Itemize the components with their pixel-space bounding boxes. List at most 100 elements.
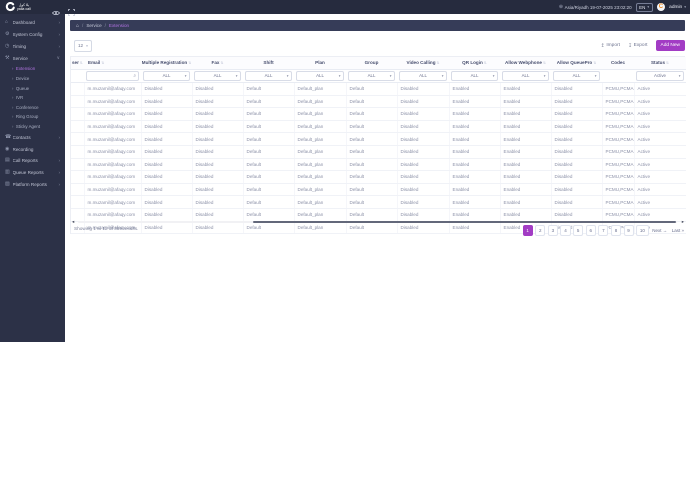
breadcrumb-extension[interactable]: Extension xyxy=(109,23,129,28)
chevron-right-icon: › xyxy=(12,114,14,120)
cell: Default xyxy=(243,145,295,159)
cell: PCMU,PCMA,G729 xyxy=(602,82,635,96)
breadcrumb-service[interactable]: Service xyxy=(86,23,101,28)
sidebar-item-platform-reports[interactable]: ▧ Platform Reports › xyxy=(0,179,65,191)
sidebar-item-service[interactable]: ⚒ Service ∨ xyxy=(0,52,65,64)
column-header-partial[interactable]: ser⇅ xyxy=(71,57,84,70)
export-button[interactable]: ↧ Export xyxy=(628,43,648,49)
chevron-right-icon: › xyxy=(58,43,60,49)
cell: Default xyxy=(346,195,398,209)
cell: Disabled xyxy=(141,120,193,134)
last-page-button[interactable]: Last » xyxy=(671,225,685,236)
cell: Active xyxy=(634,158,686,172)
cell: m.muzamil@afaqy.com xyxy=(84,195,142,209)
sidebar-item-timing[interactable]: ◷ Timing › xyxy=(0,41,65,53)
page-button-9[interactable]: 9 xyxy=(623,225,634,236)
filter-select-video-calling[interactable]: ALL ▾ xyxy=(399,70,447,81)
import-button[interactable]: ↥ Import xyxy=(601,43,620,49)
column-header-qr-login[interactable]: QR Login⇅ xyxy=(449,57,500,70)
home-icon[interactable]: ⌂ xyxy=(76,23,79,29)
column-header-email[interactable]: Email⇅ xyxy=(84,57,141,70)
chevron-down-icon: ▾ xyxy=(492,73,495,78)
page-button-8[interactable]: 8 xyxy=(610,225,621,236)
page-button-2[interactable]: 2 xyxy=(535,225,546,236)
cell: Enabled xyxy=(500,132,552,146)
email-search-input[interactable] xyxy=(87,78,138,88)
chevron-down-icon: ▾ xyxy=(235,73,238,78)
sidebar-item-recording[interactable]: ◉ Recording xyxy=(0,143,65,155)
cell: Disabled xyxy=(141,145,193,159)
cell: Default xyxy=(243,158,295,172)
column-header-allow-webphone[interactable]: Allow Webphone⇅ xyxy=(500,57,551,70)
column-header-fax[interactable]: Fax⇅ xyxy=(192,57,243,70)
user-avatar[interactable]: C xyxy=(656,2,666,12)
page-button-4[interactable]: 4 xyxy=(560,225,571,236)
filter-select-group[interactable]: ALL ▾ xyxy=(348,70,395,81)
add-new-button[interactable]: Add New xyxy=(655,40,685,51)
visibility-eye-icon[interactable] xyxy=(51,3,61,21)
next-page-button[interactable]: Next → xyxy=(651,225,668,236)
sidebar-subitem-device[interactable]: › Device xyxy=(0,74,65,84)
sidebar-subitem-label: Queue xyxy=(15,85,30,91)
sidebar-subitem-ring-group[interactable]: › Ring Group xyxy=(0,112,65,122)
filter-select-shift[interactable]: ALL ▾ xyxy=(245,70,292,81)
filter-value: ALL xyxy=(367,73,376,79)
page-button-10[interactable]: 10 xyxy=(636,225,649,236)
page-size-select[interactable]: 12 ▾ xyxy=(74,40,92,52)
sidebar-item-queue-reports[interactable]: ▥ Queue Reports › xyxy=(0,167,65,179)
user-menu[interactable]: admin ▾ xyxy=(669,5,686,10)
sidebar-item-call-reports[interactable]: ▤ Call Reports › xyxy=(0,155,65,167)
filter-select-status[interactable]: Active ▾ xyxy=(636,70,684,81)
page-button-1[interactable]: 1 xyxy=(522,225,533,236)
logo-text-latin: yalla call xyxy=(17,7,31,11)
datetime-display: ⊕ Asia/Riyadh 19-07-2025 23:02:20 xyxy=(559,4,632,10)
cell: Enabled xyxy=(500,95,552,109)
page-button-6[interactable]: 6 xyxy=(585,225,596,236)
sidebar-subitem-extension[interactable]: › Extension xyxy=(0,64,65,74)
chevron-right-icon: › xyxy=(58,32,60,38)
cell: Default_plan xyxy=(294,132,347,146)
cell: Disabled xyxy=(551,145,603,159)
filter-select-plan[interactable]: ALL ▾ xyxy=(296,70,344,81)
cell: Enabled xyxy=(449,132,501,146)
filter-select-fax[interactable]: ALL ▾ xyxy=(194,70,241,81)
chevron-right-icon: › xyxy=(12,95,14,101)
fullscreen-icon[interactable] xyxy=(68,3,75,21)
sidebar-item-label: Queue Reports xyxy=(12,170,44,176)
column-header-allow-queuepro[interactable]: Allow QueuePro⇅ xyxy=(551,57,602,70)
cell: Enabled xyxy=(500,82,552,96)
scroll-right-icon[interactable]: ▸ xyxy=(682,219,684,225)
sidebar-subitem-queue[interactable]: › Queue xyxy=(0,83,65,93)
cell: Disabled xyxy=(551,132,603,146)
sidebar-subitem-ivr[interactable]: › IVR xyxy=(0,93,65,103)
sort-icon: ⇅ xyxy=(666,61,670,66)
chevron-down-icon: ▾ xyxy=(389,73,392,78)
table-row: m.muzamil@afaqy.com Disabled Disabled Defau… xyxy=(71,95,686,109)
page-button-7[interactable]: 7 xyxy=(598,225,609,236)
column-header-status[interactable]: Status⇅ xyxy=(634,57,686,70)
filter-select-multiple-registration[interactable]: ALL ▾ xyxy=(143,70,190,81)
sidebar-item-contacts[interactable]: ☎ Contacts › xyxy=(0,131,65,143)
column-header-video-calling[interactable]: Video Calling⇅ xyxy=(397,57,449,70)
filter-select-allow-webphone[interactable]: ALL ▾ xyxy=(502,70,549,81)
filter-select-qr-login[interactable]: ALL ▾ xyxy=(451,70,498,81)
cell: Disabled xyxy=(551,95,603,109)
search-icon: ⌕ xyxy=(133,73,136,79)
table-row: m.muzamil@afaqy.com Disabled Disabled Defau… xyxy=(71,120,686,134)
cell: Default xyxy=(243,183,295,197)
cell: Enabled xyxy=(449,95,501,109)
cell: Default xyxy=(243,95,295,109)
cell: Enabled xyxy=(449,158,501,172)
scroll-left-icon[interactable]: ◂ xyxy=(72,219,74,225)
page-button-3[interactable]: 3 xyxy=(547,225,558,236)
sidebar-subitem-sticky-agent[interactable]: › Sticky Agent xyxy=(0,122,65,132)
column-header-multiple-registration[interactable]: Multiple Registration⇅ xyxy=(141,57,192,70)
language-selector[interactable]: EN ▾ xyxy=(635,2,653,12)
scrollbar-thumb[interactable] xyxy=(253,220,676,223)
sidebar-subitem-conference[interactable]: › Conference xyxy=(0,103,65,113)
filter-select-allow-queuepro[interactable]: ALL ▾ xyxy=(553,70,600,81)
column-header-label: Video Calling xyxy=(406,60,436,66)
cell: m.muzamil@afaqy.com xyxy=(84,158,142,172)
page-button-5[interactable]: 5 xyxy=(573,225,584,236)
sidebar-item-system-config[interactable]: ⚙ System Config › xyxy=(0,29,65,41)
